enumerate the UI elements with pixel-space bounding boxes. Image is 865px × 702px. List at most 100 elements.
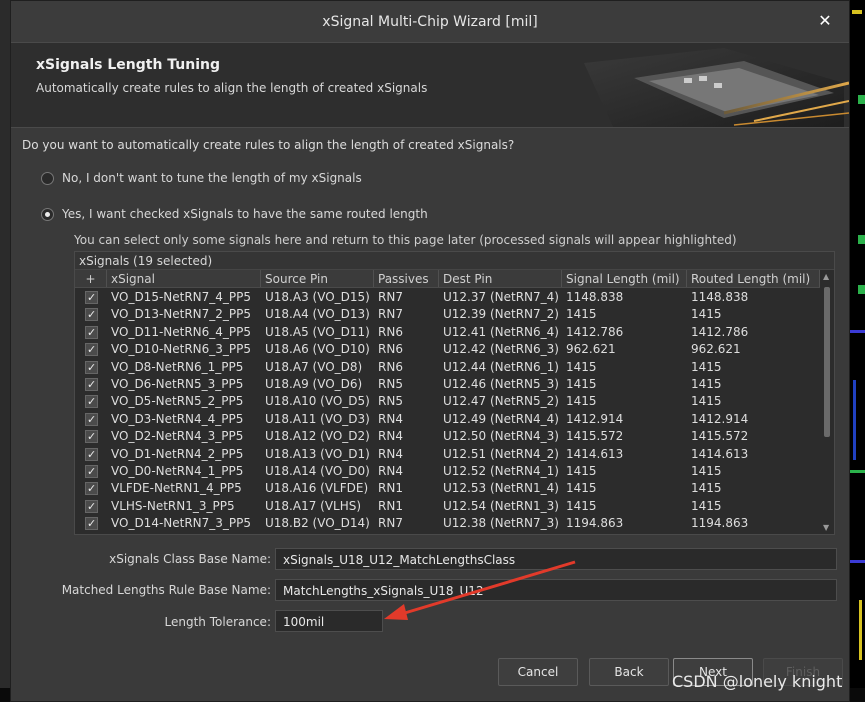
cell-dest-pin: U12.53 (NetRN1_4) <box>443 481 559 496</box>
row-checkbox[interactable] <box>85 291 98 304</box>
row-checkbox[interactable] <box>85 308 98 322</box>
cell-passives: RN4 <box>378 463 403 478</box>
row-checkbox-cell <box>75 515 107 532</box>
cell-dest-pin: U12.44 (NetRN6_1) <box>443 359 559 374</box>
scrollbar-thumb[interactable] <box>824 287 830 437</box>
cell-passives: RN1 <box>378 498 403 513</box>
cell-routed-length: 1415 <box>691 498 722 513</box>
window-title: xSignal Multi-Chip Wizard [mil] <box>322 13 538 30</box>
row-checkbox-cell <box>75 359 107 376</box>
row-checkbox[interactable] <box>85 377 98 391</box>
rule-base-name-label: Matched Lengths Rule Base Name: <box>61 583 271 597</box>
table-row[interactable]: VO_D8-NetRN6_1_PP5 U18.A7 (VO_D8) RN6 U12.4… <box>75 359 820 376</box>
cell-source-pin: U18.A13 (VO_D1) <box>265 446 370 461</box>
annotation-arrow <box>384 560 576 620</box>
column-header-routed-length[interactable]: Routed Length (mil) <box>687 270 820 287</box>
table-row[interactable]: VO_D13-NetRN7_2_PP5 U18.A4 (VO_D13) RN7 U12… <box>75 306 820 323</box>
cell-xsignal: VO_D5-NetRN5_2_PP5 <box>111 394 244 409</box>
class-base-name-label: xSignals Class Base Name: <box>109 552 271 566</box>
table-row[interactable]: VO_D6-NetRN5_3_PP5 U18.A9 (VO_D6) RN5 U12.4… <box>75 376 820 393</box>
table-row[interactable]: VO_D0-NetRN4_1_PP5 U18.A14 (VO_D0) RN4 U12.… <box>75 463 820 480</box>
cell-source-pin: U18.A3 (VO_D15) <box>265 290 370 304</box>
cell-signal-length: 1412.914 <box>566 411 624 426</box>
cell-source-pin: U18.A4 (VO_D13) <box>265 307 370 322</box>
grid-title: xSignals (19 selected) <box>75 252 834 270</box>
cell-routed-length: 1415 <box>691 481 722 496</box>
cell-routed-length: 1415 <box>691 394 722 409</box>
row-checkbox[interactable] <box>85 464 98 478</box>
cell-xsignal: VO_D13-NetRN7_2_PP5 <box>111 307 252 322</box>
cell-xsignal: VO_D2-NetRN4_3_PP5 <box>111 429 244 444</box>
cell-signal-length: 1415 <box>566 481 597 496</box>
table-row[interactable]: VO_D5-NetRN5_2_PP5 U18.A10 (VO_D5) RN5 U12.… <box>75 393 820 410</box>
row-checkbox-cell <box>75 480 107 497</box>
scroll-up-icon[interactable]: ▲ <box>823 272 829 281</box>
column-header-passives[interactable]: Passives <box>374 270 439 287</box>
close-icon[interactable]: ✕ <box>815 11 835 31</box>
table-row[interactable]: VO_D11-NetRN6_4_PP5 U18.A5 (VO_D11) RN6 U12… <box>75 324 820 341</box>
column-header-expand[interactable]: + <box>75 270 107 287</box>
table-row[interactable]: VO_D15-NetRN7_4_PP5 U18.A3 (VO_D15) RN7 U12… <box>75 289 820 306</box>
row-checkbox[interactable] <box>85 482 98 496</box>
cancel-button[interactable]: Cancel <box>498 658 578 686</box>
row-checkbox-cell <box>75 446 107 463</box>
table-row[interactable]: VLHS-NetRN1_3_PP5 U18.A17 (VLHS) RN1 U12.54… <box>75 498 820 515</box>
grid-scrollbar[interactable]: ▲ ▼ <box>820 270 834 534</box>
cell-dest-pin: U12.49 (NetRN4_4) <box>443 411 559 426</box>
grid-header: + xSignal Source Pin Passives Dest Pin S… <box>75 270 834 288</box>
cell-routed-length: 1415.572 <box>691 429 749 444</box>
row-checkbox[interactable] <box>85 499 98 513</box>
column-header-source-pin[interactable]: Source Pin <box>261 270 374 287</box>
cell-passives: RN5 <box>378 394 403 409</box>
row-checkbox[interactable] <box>85 447 98 461</box>
column-header-xsignal[interactable]: xSignal <box>107 270 261 287</box>
column-header-dest-pin[interactable]: Dest Pin <box>439 270 562 287</box>
cell-signal-length: 962.621 <box>566 342 616 357</box>
cell-dest-pin: U12.47 (NetRN5_2) <box>443 394 559 409</box>
radio-button-yes[interactable] <box>41 207 54 221</box>
row-checkbox[interactable] <box>85 325 98 339</box>
column-header-signal-length[interactable]: Signal Length (mil) <box>562 270 687 287</box>
row-checkbox-cell <box>75 393 107 410</box>
chip-banner-image <box>574 43 849 127</box>
table-row[interactable]: VO_D14-NetRN7_3_PP5 U18.B2 (VO_D14) RN7 U12… <box>75 515 820 532</box>
cell-dest-pin: U12.38 (NetRN7_3) <box>443 516 559 531</box>
row-checkbox[interactable] <box>85 430 98 444</box>
scroll-down-icon[interactable]: ▼ <box>823 523 829 532</box>
cell-source-pin: U18.A6 (VO_D10) <box>265 342 370 357</box>
row-checkbox[interactable] <box>85 395 98 409</box>
cell-source-pin: U18.A12 (VO_D2) <box>265 429 370 444</box>
row-checkbox[interactable] <box>85 412 98 426</box>
cell-routed-length: 962.621 <box>691 342 741 357</box>
cell-routed-length: 1415 <box>691 307 722 322</box>
cell-xsignal: VO_D15-NetRN7_4_PP5 <box>111 290 252 304</box>
cell-routed-length: 1415 <box>691 376 722 391</box>
cell-xsignal: VLFDE-NetRN1_4_PP5 <box>111 481 242 496</box>
cell-passives: RN7 <box>378 290 403 304</box>
table-row[interactable]: VO_D2-NetRN4_3_PP5 U18.A12 (VO_D2) RN4 U12.… <box>75 428 820 445</box>
radio-label-no: No, I don't want to tune the length of m… <box>62 171 362 185</box>
row-checkbox[interactable] <box>85 517 98 531</box>
radio-button-no[interactable] <box>41 171 54 185</box>
back-button[interactable]: Back <box>589 658 669 686</box>
cell-dest-pin: U12.54 (NetRN1_3) <box>443 498 559 513</box>
length-tolerance-input[interactable]: 100mil <box>275 610 383 632</box>
row-checkbox[interactable] <box>85 343 98 357</box>
table-row[interactable]: VO_D3-NetRN4_4_PP5 U18.A11 (VO_D3) RN4 U12.… <box>75 411 820 428</box>
cell-source-pin: U18.A14 (VO_D0) <box>265 463 370 478</box>
background-pcb-view <box>849 0 865 702</box>
cell-xsignal: VO_D0-NetRN4_1_PP5 <box>111 463 244 478</box>
cell-dest-pin: U12.46 (NetRN5_3) <box>443 376 559 391</box>
cell-signal-length: 1194.863 <box>566 516 624 531</box>
table-row[interactable]: VO_D10-NetRN6_3_PP5 U18.A6 (VO_D10) RN6 U12… <box>75 341 820 358</box>
cell-dest-pin: U12.39 (NetRN7_2) <box>443 307 559 322</box>
radio-no-tune[interactable]: No, I don't want to tune the length of m… <box>41 171 362 185</box>
table-row[interactable]: VLFDE-NetRN1_4_PP5 U18.A16 (VLFDE) RN1 U12.… <box>75 480 820 497</box>
cell-xsignal: VO_D3-NetRN4_4_PP5 <box>111 411 244 426</box>
radio-yes-tune[interactable]: Yes, I want checked xSignals to have the… <box>41 207 428 221</box>
cell-xsignal: VO_D8-NetRN6_1_PP5 <box>111 359 244 374</box>
cell-signal-length: 1415 <box>566 307 597 322</box>
table-row[interactable]: VO_D1-NetRN4_2_PP5 U18.A13 (VO_D1) RN4 U12.… <box>75 446 820 463</box>
row-checkbox[interactable] <box>85 360 98 374</box>
cell-routed-length: 1148.838 <box>691 290 749 304</box>
